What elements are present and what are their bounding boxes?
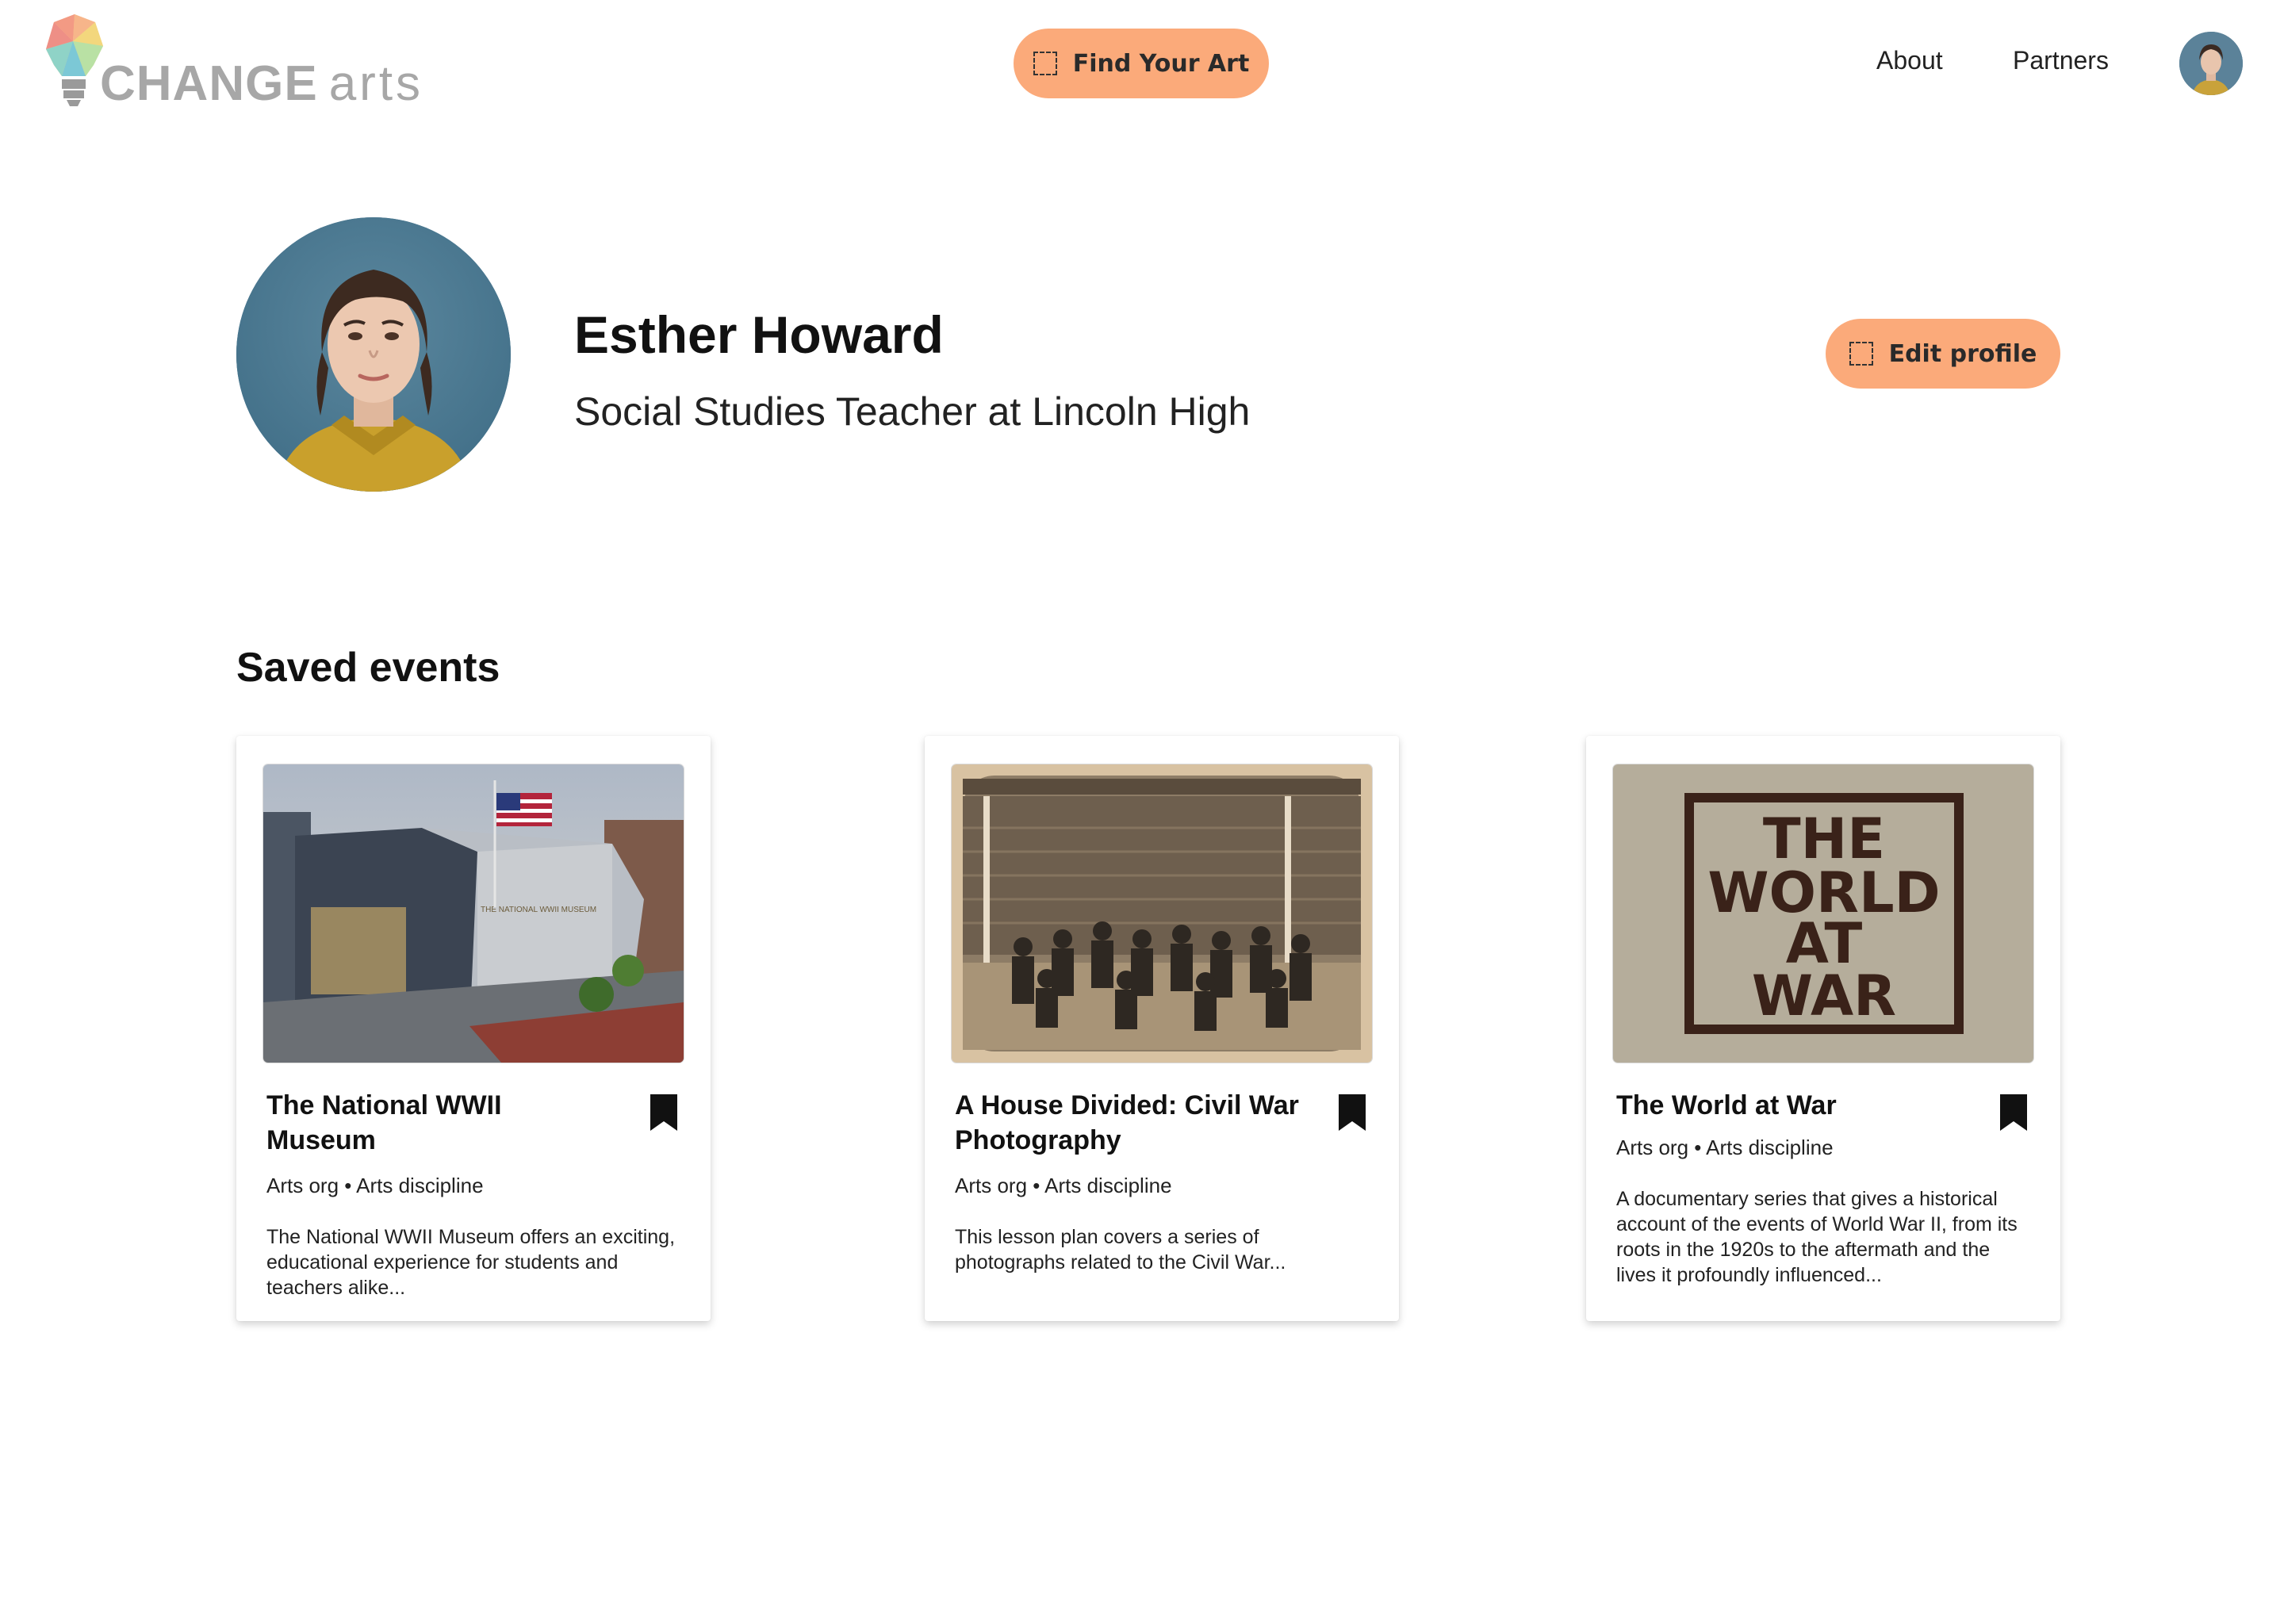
- dashed-square-icon: [1033, 52, 1057, 75]
- logo-text: CHANGE arts: [100, 56, 423, 112]
- profile-page: CHANGEarts Find Your Art About Partners: [0, 0, 2284, 1624]
- event-meta: Arts org • Arts discipline: [955, 1174, 1172, 1197]
- edit-profile-button[interactable]: Edit profile: [1826, 319, 2060, 389]
- user-avatar-image: [2179, 32, 2243, 95]
- event-title[interactable]: The World at War: [1616, 1088, 1965, 1123]
- bookmark-icon[interactable]: [1998, 1093, 2029, 1132]
- find-your-art-button[interactable]: Find Your Art: [1014, 29, 1269, 98]
- bookmark-icon[interactable]: [1337, 1093, 1367, 1132]
- user-avatar[interactable]: [2179, 32, 2243, 95]
- event-meta: Arts org • Arts discipline: [266, 1174, 484, 1197]
- world-at-war-line-4: WAR: [1752, 963, 1896, 1028]
- nav-about-link[interactable]: About: [1876, 46, 1943, 75]
- event-card[interactable]: A House Divided: Civil War Photography A…: [925, 736, 1399, 1321]
- event-image-wwii-museum: THE NATIONAL WWII MUSEUM: [263, 764, 684, 1063]
- nav-partners-link[interactable]: Partners: [2013, 46, 2109, 75]
- event-description: This lesson plan covers a series of phot…: [955, 1226, 1286, 1274]
- event-description: The National WWII Museum offers an excit…: [266, 1226, 676, 1299]
- event-meta: Arts org • Arts discipline: [1616, 1136, 1834, 1159]
- wwii-museum-sign-text: THE NATIONAL WWII MUSEUM: [481, 906, 596, 914]
- profile-avatar: [236, 217, 511, 492]
- event-image-civil-war-photo: [952, 764, 1372, 1063]
- saved-events-heading: Saved events: [236, 645, 500, 691]
- event-description: A documentary series that gives a histor…: [1616, 1188, 2018, 1286]
- bookmark-icon[interactable]: [649, 1093, 679, 1132]
- event-card[interactable]: THE NATIONAL WWII MUSEUM The National WW…: [236, 736, 711, 1321]
- event-image-world-at-war: THE WORLD AT WAR: [1613, 764, 2033, 1063]
- profile-name: Esther Howard: [574, 305, 944, 364]
- event-card[interactable]: THE WORLD AT WAR The World at War Arts o…: [1586, 736, 2060, 1321]
- logo-text-main: CHANGE: [100, 56, 318, 111]
- profile-title: Social Studies Teacher at Lincoln High: [574, 389, 1251, 434]
- logo-text-sub: arts: [328, 56, 424, 111]
- edit-profile-label: Edit profile: [1888, 339, 2037, 368]
- event-title[interactable]: A House Divided: Civil War Photography: [955, 1088, 1304, 1158]
- profile-avatar-image: [236, 217, 511, 492]
- dashed-square-icon: [1849, 342, 1873, 366]
- find-your-art-label: Find Your Art: [1072, 49, 1250, 78]
- logo-bulb-icon: [46, 14, 103, 106]
- change-arts-logo[interactable]: CHANGE arts: [43, 14, 455, 117]
- event-title[interactable]: The National WWII Museum: [266, 1088, 615, 1158]
